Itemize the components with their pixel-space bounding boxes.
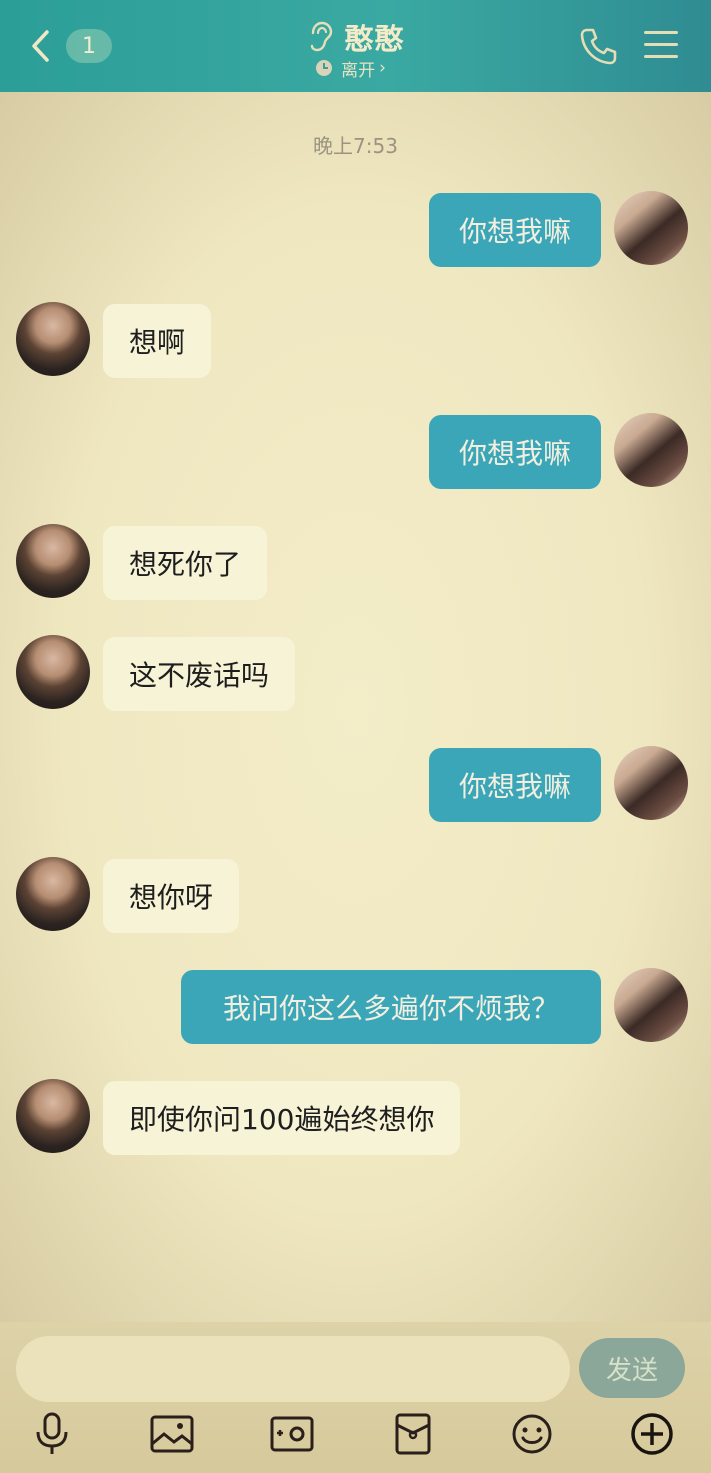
status-text: 离开 [341, 60, 376, 81]
my-avatar[interactable] [614, 413, 688, 487]
camera-button[interactable] [270, 1414, 314, 1458]
chevron-left-icon [26, 22, 54, 70]
red-packet-icon [395, 1413, 431, 1459]
microphone-icon [32, 1412, 72, 1460]
voice-button[interactable] [30, 1412, 74, 1460]
my-avatar[interactable] [614, 968, 688, 1042]
message-bubble-incoming[interactable]: 即使你问100遍始终想你 [103, 1081, 461, 1155]
message-bubble-incoming[interactable]: 想啊 [103, 304, 212, 378]
contact-avatar[interactable] [16, 857, 90, 931]
phone-button[interactable] [578, 26, 618, 66]
my-avatar[interactable] [614, 746, 688, 820]
chat-screen: 1 憨憨 离开 › 晚上7:53 你想我嘛 想啊 你想我嘛 想死你了 这不废话吗… [0, 0, 711, 1473]
message-input[interactable] [16, 1336, 570, 1402]
contact-name: 憨憨 [344, 22, 405, 56]
message-bubble-outgoing[interactable]: 你想我嘛 [429, 193, 601, 267]
message-bubble-outgoing[interactable]: 我问你这么多遍你不烦我？ [181, 970, 601, 1044]
presence-status[interactable]: 离开 › [220, 56, 481, 81]
contact-avatar[interactable] [16, 1079, 90, 1153]
contact-title[interactable]: 憨憨 离开 › [230, 18, 481, 82]
unread-count-badge: 1 [66, 29, 112, 63]
emoji-button[interactable] [510, 1414, 554, 1458]
contact-avatar[interactable] [16, 302, 90, 376]
message-bubble-outgoing[interactable]: 你想我嘛 [429, 748, 601, 822]
menu-button[interactable] [642, 28, 680, 62]
chevron-right-icon: › [379, 58, 386, 78]
message-bubble-incoming[interactable]: 这不废话吗 [103, 637, 296, 711]
image-icon [150, 1414, 194, 1458]
chat-header: 1 憨憨 离开 › [0, 0, 711, 92]
my-avatar[interactable] [614, 191, 688, 265]
plus-icon [630, 1412, 674, 1460]
photo-button[interactable] [150, 1414, 194, 1458]
message-bubble-incoming[interactable]: 想你呀 [103, 859, 240, 933]
contact-avatar[interactable] [16, 635, 90, 709]
message-bubble-outgoing[interactable]: 你想我嘛 [429, 415, 601, 489]
message-timestamp: 晚上7:53 [313, 134, 398, 158]
message-bubble-incoming[interactable]: 想死你了 [103, 526, 268, 600]
send-button[interactable]: 发送 [579, 1338, 685, 1398]
red-packet-button[interactable] [391, 1413, 435, 1459]
ear-icon [306, 21, 334, 53]
more-button[interactable] [630, 1412, 674, 1460]
menu-icon [642, 31, 680, 66]
back-button[interactable]: 1 [26, 22, 122, 70]
message-composer: 发送 [0, 1322, 711, 1473]
contact-avatar[interactable] [16, 524, 90, 598]
emoji-icon [511, 1413, 553, 1459]
phone-icon [578, 28, 618, 70]
camera-icon [270, 1414, 314, 1458]
composer-toolbar [0, 1412, 711, 1466]
clock-icon [315, 59, 333, 77]
